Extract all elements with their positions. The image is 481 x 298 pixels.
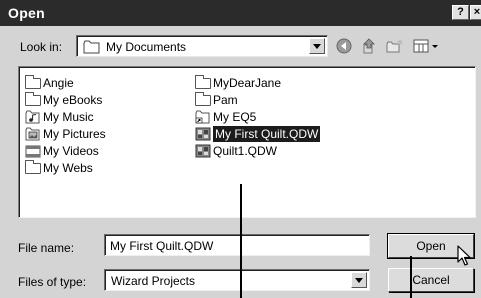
open-dialog: Open ? × Look in: My Documents Angie My …: [0, 0, 481, 298]
list-item-my-first-quilt[interactable]: My First Quilt.QDW: [195, 125, 321, 142]
look-in-dropdown[interactable]: My Documents: [76, 35, 328, 57]
shortcut-icon: [195, 110, 211, 124]
list-item-label: Pam: [213, 92, 238, 107]
look-in-label: Look in:: [20, 40, 63, 54]
list-item-label: Quilt1.QDW: [213, 143, 278, 158]
up-folder-icon[interactable]: [360, 37, 378, 55]
folder-icon: [83, 40, 101, 57]
cancel-button[interactable]: Cancel: [388, 268, 474, 292]
mouse-pointer-icon: [457, 245, 471, 270]
pictures-folder-icon: [25, 127, 41, 141]
list-item-my-eq5[interactable]: My EQ5: [195, 108, 320, 125]
list-item-label: My EQ5: [213, 109, 257, 124]
list-item-label: My Videos: [43, 143, 99, 158]
file-name-input[interactable]: My First Quilt.QDW: [104, 234, 370, 256]
quilt-file-icon: [195, 144, 211, 158]
list-item-my-videos[interactable]: My Videos: [25, 142, 106, 159]
list-item-angie[interactable]: Angie: [25, 74, 106, 91]
close-button[interactable]: ×: [470, 5, 481, 20]
list-item-label: My First Quilt.QDW: [213, 125, 321, 142]
list-item-label: MyDearJane: [213, 75, 282, 90]
file-name-label: File name:: [18, 241, 75, 255]
files-of-type-value: Wizard Projects: [111, 274, 196, 288]
folder-icon: [195, 75, 211, 89]
title-bar[interactable]: Open ? ×: [0, 0, 481, 26]
quilt-file-icon: [195, 127, 211, 141]
list-item-my-ebooks[interactable]: My eBooks: [25, 91, 106, 108]
files-of-type-dropdown[interactable]: Wizard Projects: [104, 269, 370, 291]
new-folder-icon[interactable]: [385, 37, 405, 55]
list-item-label: My Music: [43, 109, 94, 124]
file-list-column-2: MyDearJane Pam My EQ5 My First Quilt.QDW…: [195, 74, 321, 159]
callout-line: [410, 256, 412, 298]
file-list-column-1: Angie My eBooks My Music My Pictures My …: [25, 74, 106, 176]
music-folder-icon: [25, 110, 41, 124]
folder-icon: [25, 160, 41, 174]
videos-folder-icon: [25, 144, 41, 158]
list-item-pam[interactable]: Pam: [195, 91, 320, 108]
list-item-my-webs[interactable]: My Webs: [25, 159, 106, 176]
view-menu-icon[interactable]: [412, 37, 440, 55]
list-item-label: My Pictures: [43, 126, 106, 141]
list-item-quilt1[interactable]: Quilt1.QDW: [195, 142, 320, 159]
list-item-mydearjane[interactable]: MyDearJane: [195, 74, 320, 91]
files-of-type-dropdown-button[interactable]: [351, 272, 367, 288]
help-button[interactable]: ?: [452, 5, 469, 20]
list-item-my-music[interactable]: My Music: [25, 108, 106, 125]
file-list[interactable]: Angie My eBooks My Music My Pictures My …: [18, 66, 476, 218]
list-item-my-pictures[interactable]: My Pictures: [25, 125, 106, 142]
files-of-type-label: Files of type:: [18, 275, 87, 289]
look-in-dropdown-button[interactable]: [309, 38, 325, 54]
list-item-label: My Webs: [43, 160, 93, 175]
dialog-title: Open: [8, 5, 45, 21]
callout-line: [240, 184, 242, 298]
folder-icon: [25, 75, 41, 89]
look-in-value: My Documents: [106, 40, 187, 54]
folder-icon: [195, 92, 211, 106]
folder-icon: [25, 92, 41, 106]
list-item-label: My eBooks: [43, 92, 103, 107]
back-icon[interactable]: [335, 37, 353, 55]
list-item-label: Angie: [43, 75, 74, 90]
